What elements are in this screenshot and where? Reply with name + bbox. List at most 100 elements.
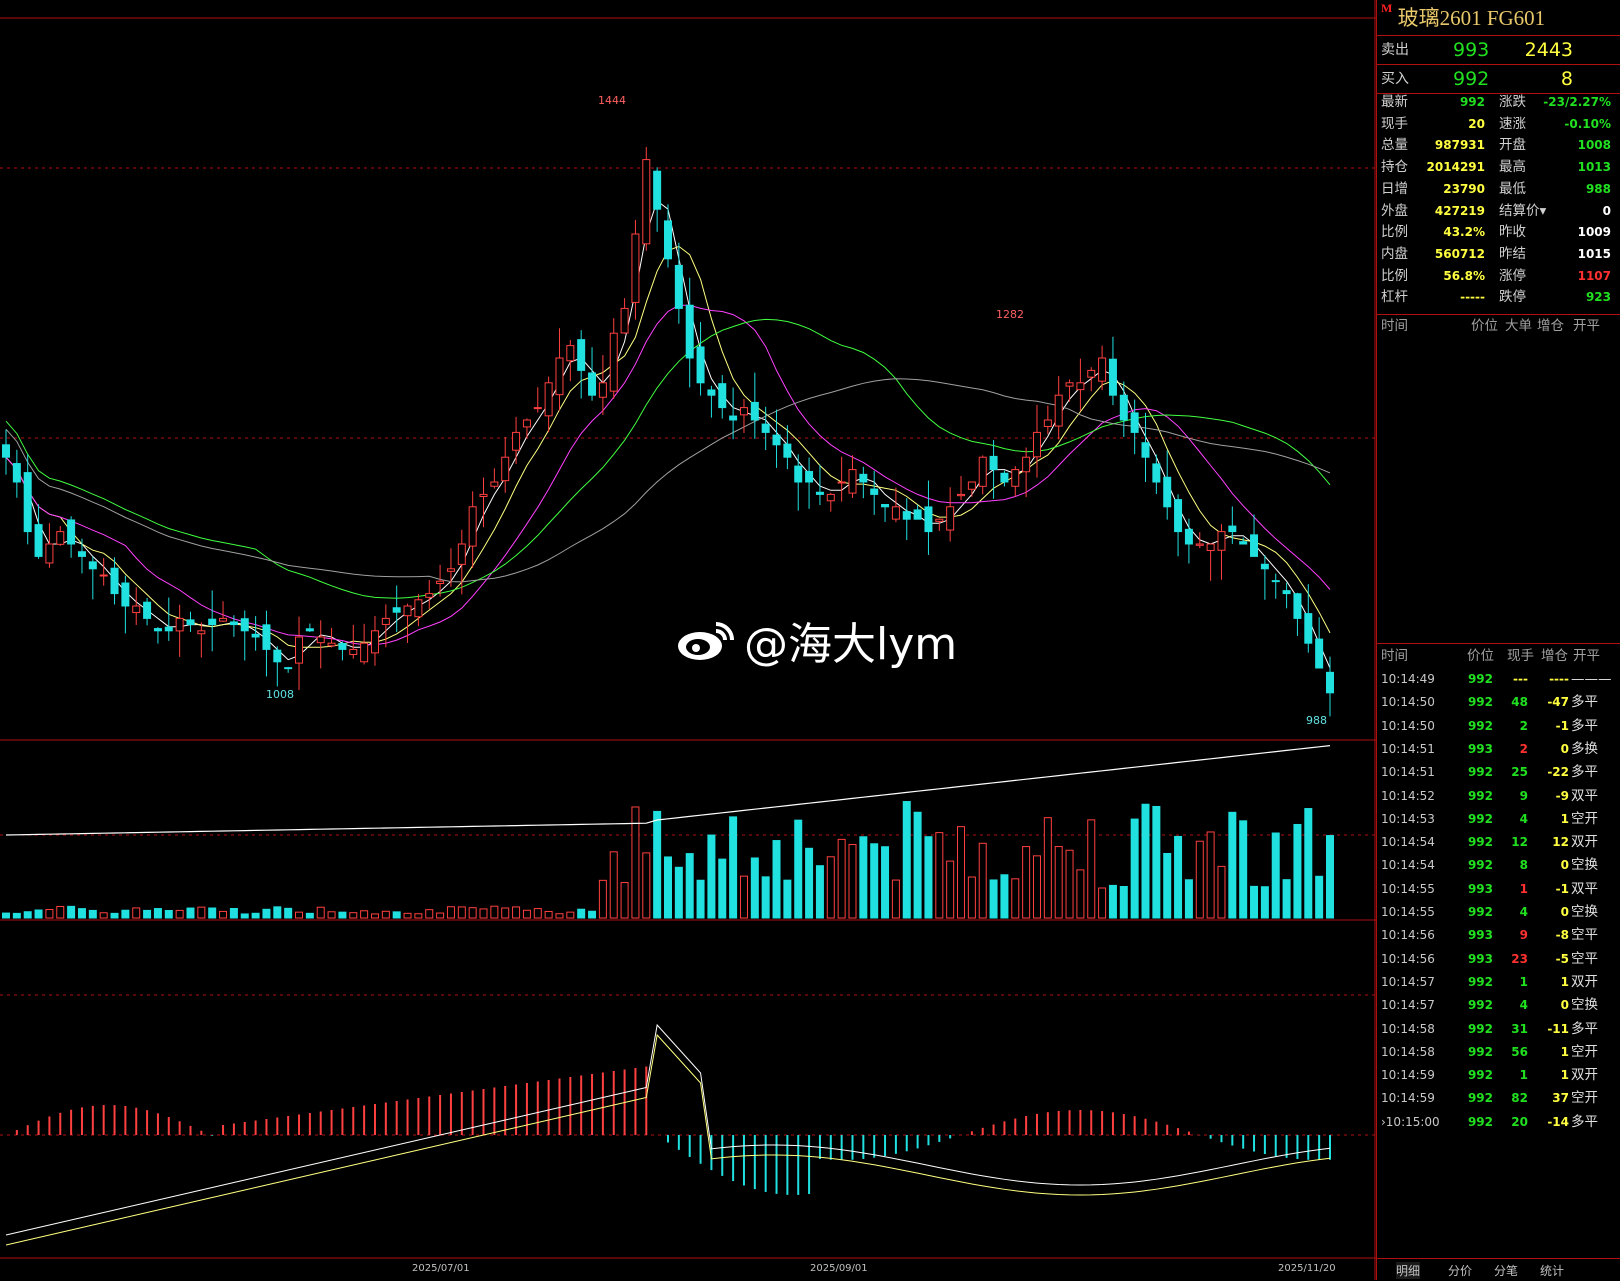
volume-bar — [1260, 886, 1269, 919]
volume-bar — [1250, 885, 1259, 919]
tick-inc: 0 — [1560, 858, 1569, 873]
tick-row[interactable]: 10:14:49 992 --- ---- ——— — [1377, 668, 1620, 692]
candle-body — [512, 431, 521, 451]
volume-bar — [718, 858, 727, 919]
tick-row[interactable]: 10:14:55 993 1 -1 双平 — [1377, 878, 1620, 902]
tick-type: 多平 — [1571, 1020, 1598, 1037]
tick-row[interactable]: 10:14:50 992 2 -1 多平 — [1377, 715, 1620, 739]
bid-row[interactable]: 买入 992 8 — [1377, 65, 1620, 94]
volume-bar — [1271, 832, 1280, 919]
tick-row[interactable]: 10:14:50 992 48 -47 多平 — [1377, 691, 1620, 715]
tick-row[interactable]: 10:14:51 992 25 -22 多平 — [1377, 761, 1620, 785]
volume-bar — [251, 912, 260, 919]
stat-row: 持仓 2014291 最高 1013 — [1377, 157, 1620, 179]
tick-price: 992 — [1467, 1091, 1493, 1106]
big-order-header: 时间 价位 大单 增仓 开平 — [1377, 315, 1620, 337]
tick-type: 双平 — [1571, 880, 1598, 897]
volume-bar — [598, 879, 607, 919]
tick-row[interactable]: ›10:15:00 992 20 -14 多平 — [1377, 1111, 1620, 1135]
volume-bar — [1043, 817, 1052, 919]
volume-bar — [750, 857, 759, 919]
candle-body — [555, 357, 564, 396]
x-label-3: 2025/11/20 — [1278, 1263, 1336, 1274]
tick-row[interactable]: 10:14:57 992 4 0 空换 — [1377, 994, 1620, 1018]
volume-bar — [815, 865, 824, 919]
tick-vol: 82 — [1511, 1091, 1528, 1106]
volume-bar — [327, 911, 336, 919]
tick-row[interactable]: 10:14:56 993 23 -5 空平 — [1377, 948, 1620, 972]
volume-bar — [121, 909, 130, 919]
stat-label: 日增 — [1381, 180, 1408, 197]
tick-row[interactable]: 10:14:54 992 8 0 空换 — [1377, 854, 1620, 878]
volume-bar — [566, 911, 575, 919]
tick-row[interactable]: 10:14:57 992 1 1 双开 — [1377, 971, 1620, 995]
stat-row: 比例 56.8% 涨停 1107 — [1377, 266, 1620, 288]
tab-price-dist[interactable]: 分价 — [1448, 1262, 1472, 1279]
tick-row[interactable]: 10:14:55 992 4 0 空换 — [1377, 901, 1620, 925]
tick-time: 10:14:51 — [1381, 741, 1435, 756]
tick-row[interactable]: 10:14:56 993 9 -8 空平 — [1377, 924, 1620, 948]
tick-inc: 12 — [1552, 835, 1569, 850]
tick-price: 992 — [1467, 1114, 1493, 1129]
tick-time: 10:14:58 — [1381, 1021, 1435, 1036]
tick-row[interactable]: 10:14:53 992 4 1 空开 — [1377, 808, 1620, 832]
volume-bar — [262, 908, 271, 919]
ask-label: 卖出 — [1381, 42, 1409, 58]
bid-qty: 8 — [1560, 68, 1573, 90]
tick-row[interactable]: 10:14:59 992 1 1 双开 — [1377, 1064, 1620, 1088]
candle-body — [674, 264, 683, 309]
tick-row[interactable]: 10:14:52 992 9 -9 双平 — [1377, 785, 1620, 809]
tick-vol: 20 — [1511, 1114, 1528, 1129]
tick-inc: -11 — [1547, 1021, 1569, 1036]
tick-vol-header: 现手 — [1507, 648, 1534, 664]
tick-row[interactable]: 10:14:58 992 56 1 空开 — [1377, 1041, 1620, 1065]
candle-body — [143, 601, 152, 619]
tick-row[interactable]: 10:14:59 992 82 37 空开 — [1377, 1087, 1620, 1111]
volume-bar — [360, 910, 369, 919]
kline-chart-area[interactable]: 1444 1282 1008 988 2025/07/01 2025/09/01 20… — [0, 0, 1376, 1280]
candle-body — [1184, 528, 1193, 545]
tick-price: 993 — [1467, 951, 1493, 966]
stat-value: 1008 — [1577, 138, 1611, 153]
tick-time: ›10:15:00 — [1381, 1114, 1440, 1129]
tick-time: 10:14:52 — [1381, 788, 1435, 803]
volume-bar — [175, 909, 184, 919]
tick-inc: -1 — [1555, 881, 1569, 896]
stat-value: 923 — [1585, 290, 1611, 305]
tick-vol: 25 — [1511, 765, 1528, 780]
candle-body — [305, 628, 314, 632]
candle-body — [533, 407, 542, 410]
tick-price: 992 — [1467, 905, 1493, 919]
candle-body — [902, 511, 911, 520]
volume-bar — [143, 909, 152, 919]
tick-type: 多平 — [1571, 1113, 1598, 1130]
candle-body — [859, 473, 868, 483]
tab-stats[interactable]: 统计 — [1540, 1262, 1564, 1279]
stat-label: 涨跌 — [1499, 94, 1526, 110]
candle-body — [1022, 456, 1031, 473]
watermark-text: @海大lym — [744, 619, 958, 670]
tick-row[interactable]: 10:14:54 992 12 12 双开 — [1377, 831, 1620, 855]
volume-bar — [924, 836, 933, 919]
tick-inc-header: 增仓 — [1541, 648, 1568, 664]
tab-detail[interactable]: 明细 — [1396, 1262, 1421, 1279]
tab-trades[interactable]: 分笔 — [1494, 1262, 1518, 1279]
tick-row[interactable]: 10:14:58 992 31 -11 多平 — [1377, 1018, 1620, 1042]
candle-body — [110, 567, 119, 595]
candle-body — [1130, 412, 1139, 433]
candle-body — [1293, 593, 1302, 619]
volume-bar — [381, 910, 390, 919]
candle-body — [1076, 382, 1085, 391]
volume-bar — [1228, 811, 1237, 919]
volume-bar — [1000, 874, 1009, 919]
stat-value: 23790 — [1443, 181, 1485, 196]
tick-vol: 31 — [1511, 1021, 1528, 1036]
tick-row[interactable]: 10:14:51 993 2 0 多换 — [1377, 738, 1620, 762]
volume-bar — [989, 879, 998, 919]
volume-bar — [479, 908, 488, 919]
tick-time: 10:14:56 — [1381, 951, 1435, 966]
candle-body — [403, 605, 412, 617]
candle-body — [436, 580, 445, 585]
ask-row[interactable]: 卖出 993 2443 — [1377, 36, 1620, 65]
volume-bar — [794, 819, 803, 919]
